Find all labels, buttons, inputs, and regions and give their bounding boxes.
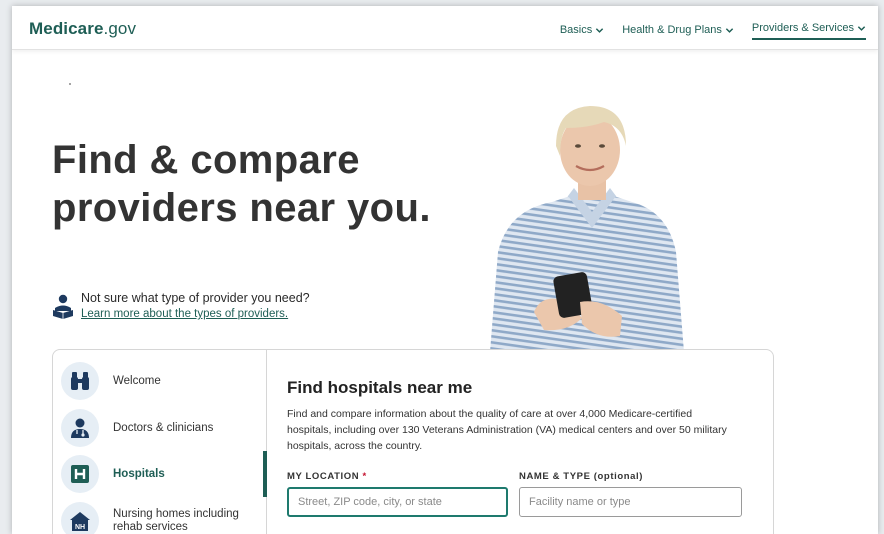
icon-circle <box>61 362 99 400</box>
page-title-line2: providers near you. <box>52 186 431 230</box>
nav-health-drug-plans[interactable]: Health & Drug Plans <box>622 20 734 40</box>
active-indicator <box>263 451 267 497</box>
location-label-text: MY LOCATION <box>287 471 360 482</box>
chevron-down-icon <box>857 25 866 31</box>
main-nav: Basics Health & Drug Plans Providers & S… <box>560 20 866 40</box>
doctor-icon <box>71 418 89 438</box>
location-label: MY LOCATION * <box>287 471 367 482</box>
sidebar-item-hospitals[interactable]: Hospitals <box>61 454 261 494</box>
medicare-logo[interactable]: Medicare.gov <box>29 19 136 39</box>
icon-circle <box>61 409 99 447</box>
section-description: Find and compare information about the q… <box>287 408 727 452</box>
chevron-down-icon <box>725 27 734 33</box>
provider-types-link[interactable]: Learn more about the types of providers. <box>81 308 288 320</box>
page: Medicare.gov Basics Health & Drug Plans … <box>12 6 878 534</box>
woman-with-phone-image <box>490 106 684 352</box>
sidebar-item-label: Hospitals <box>113 467 165 480</box>
sidebar-item-welcome[interactable]: Welcome <box>61 361 261 401</box>
name-type-label: NAME & TYPE (optional) <box>519 471 644 482</box>
hospital-icon <box>71 465 89 483</box>
svg-text:NH: NH <box>75 524 85 531</box>
sidebar-item-nursing-homes[interactable]: NH Nursing homes including rehab service… <box>61 501 261 534</box>
nav-basics[interactable]: Basics <box>560 20 604 40</box>
person-reading-icon <box>53 294 73 319</box>
nav-providers-services-label: Providers & Services <box>751 22 854 34</box>
help-question: Not sure what type of provider you need? <box>81 291 310 305</box>
nav-providers-services[interactable]: Providers & Services <box>751 20 866 40</box>
sidebar-item-label: Welcome <box>113 374 161 387</box>
icon-circle: NH <box>61 502 99 534</box>
required-marker: * <box>362 471 367 482</box>
provider-type-sidebar: Welcome Doctors & clinicians Hospitals N… <box>53 350 267 534</box>
nav-basics-label: Basics <box>559 24 593 36</box>
icon-circle <box>61 455 99 493</box>
section-title: Find hospitals near me <box>287 378 473 397</box>
sidebar-item-label: Nursing homes including rehab services <box>113 508 239 533</box>
facility-name-input[interactable] <box>519 487 742 517</box>
page-title: Find & compare providers near you. <box>52 136 492 232</box>
provider-search-card: Welcome Doctors & clinicians Hospitals N… <box>52 349 774 534</box>
sidebar-item-doctors[interactable]: Doctors & clinicians <box>61 408 261 448</box>
chevron-down-icon <box>596 27 604 33</box>
site-header: Medicare.gov Basics Health & Drug Plans … <box>12 6 878 50</box>
logo-suffix: .gov <box>103 19 137 38</box>
binoculars-icon <box>71 372 89 390</box>
decorative-dot <box>69 83 71 85</box>
logo-main: Medicare <box>29 19 104 38</box>
nursing-home-icon: NH <box>70 512 90 531</box>
page-title-line1: Find & compare <box>52 138 360 182</box>
nav-health-drug-plans-label: Health & Drug Plans <box>622 24 722 36</box>
sidebar-item-label: Doctors & clinicians <box>113 421 214 434</box>
location-input[interactable] <box>287 487 508 517</box>
